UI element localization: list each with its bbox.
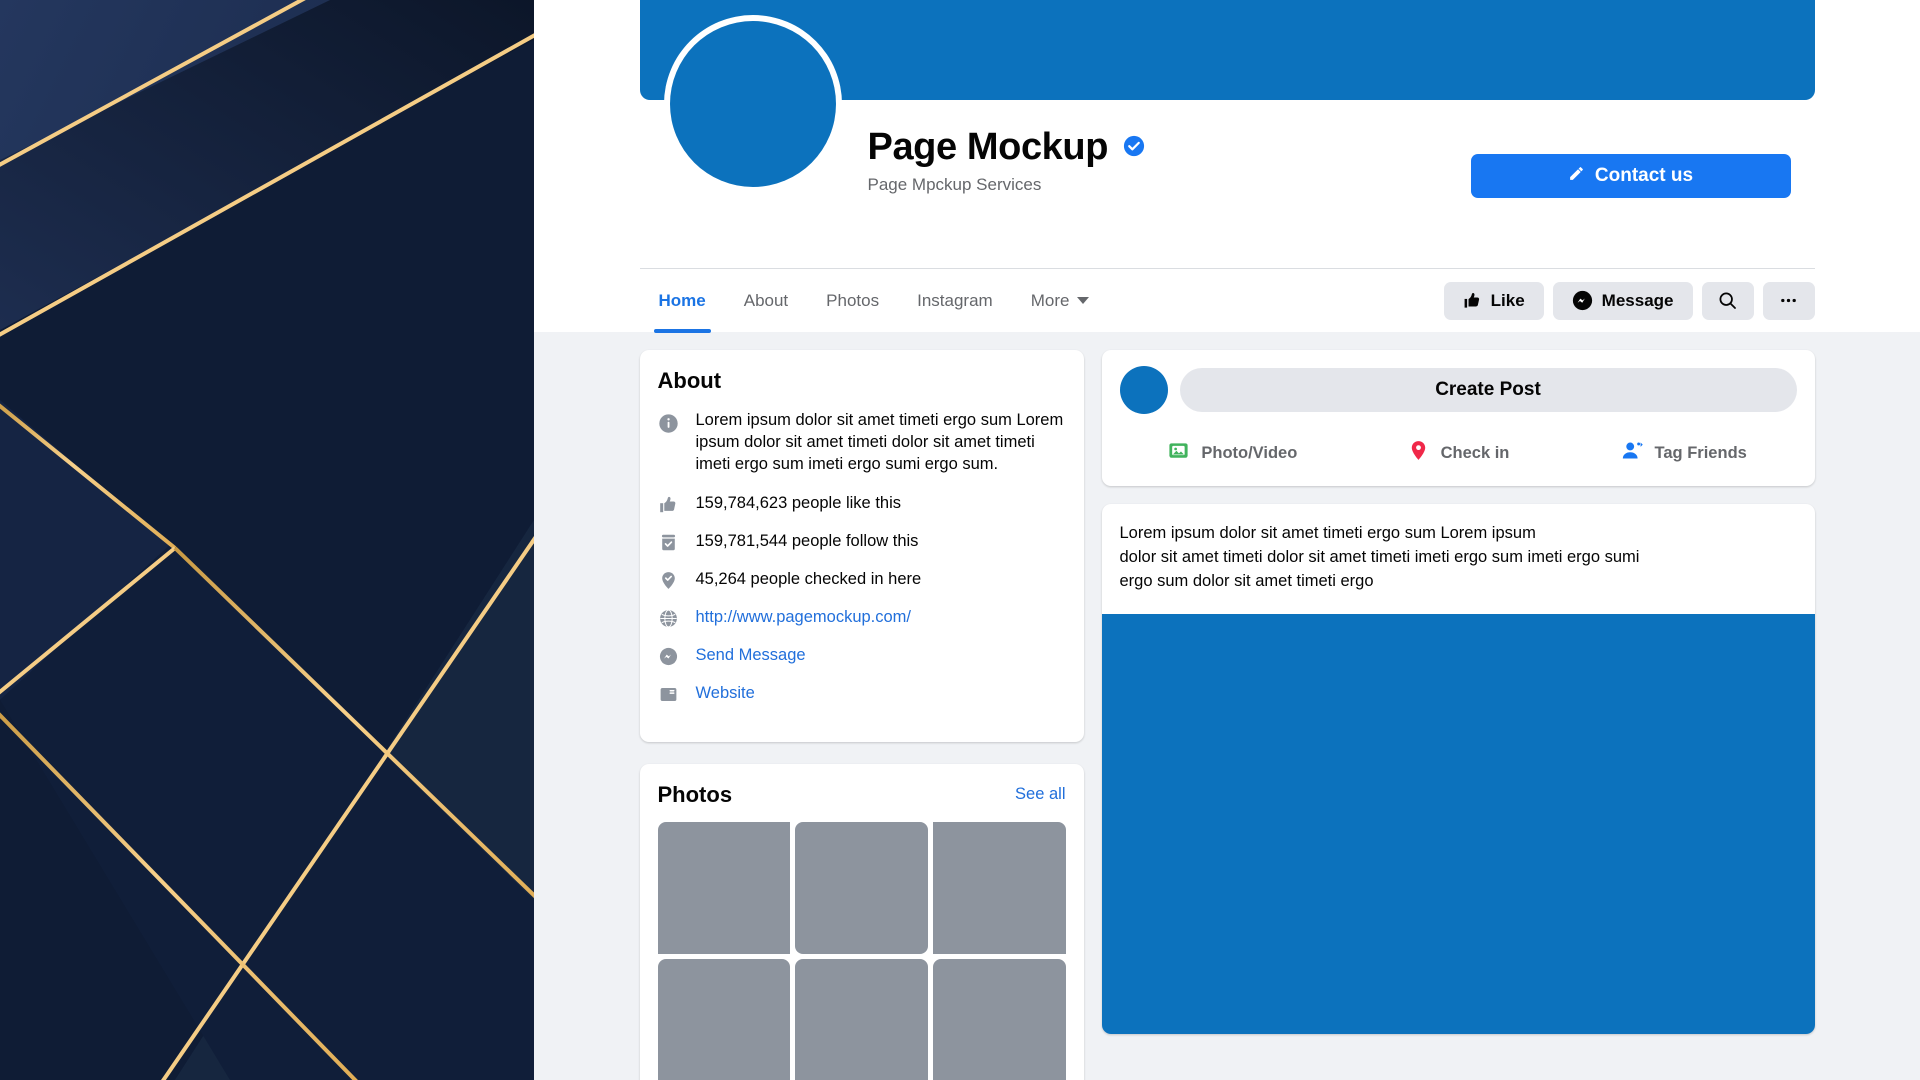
photo-video-icon — [1167, 439, 1190, 467]
location-pin-icon — [1407, 439, 1430, 467]
messenger-icon — [1572, 290, 1593, 311]
thumbs-up-icon — [1463, 291, 1482, 310]
messenger-icon — [658, 646, 680, 668]
composer-top-row: Create Post — [1119, 366, 1797, 414]
contact-us-label: Contact us — [1594, 165, 1694, 186]
ellipsis-icon — [1778, 290, 1799, 311]
page-identity: Page Mockup Page Mpckup Services Contact… — [640, 15, 1815, 268]
tab-photos-label: Photos — [826, 290, 880, 310]
page-subtitle: Page Mpckup Services — [867, 175, 1042, 194]
tab-photos[interactable]: Photos — [807, 269, 898, 333]
search-icon — [1717, 290, 1738, 311]
photo-tile[interactable] — [795, 821, 928, 955]
about-website-row[interactable]: Website — [658, 682, 1066, 706]
photo-tile[interactable] — [932, 821, 1066, 955]
about-send-message-link[interactable]: Send Message — [696, 646, 806, 665]
thumbs-up-icon — [658, 494, 680, 516]
tab-instagram-label: Instagram — [917, 290, 993, 310]
profile-avatar-image — [669, 21, 836, 187]
message-button[interactable]: Message — [1552, 281, 1693, 320]
chevron-down-icon — [1077, 297, 1090, 304]
photos-card-title: Photos — [657, 781, 733, 807]
photos-card: Photos See all — [639, 763, 1084, 1080]
photos-see-all-link[interactable]: See all — [1015, 785, 1065, 804]
left-column: About Lorem ipsum dolor sit amet timeti … — [639, 350, 1084, 1080]
photos-grid-row-2 — [657, 959, 1066, 1080]
page-title: Page Mockup — [867, 126, 1109, 168]
page-actions: Like Message — [1443, 281, 1815, 320]
profile-avatar[interactable] — [663, 15, 842, 193]
page-navbar-shell: Home About Photos Instagram More Like Me… — [534, 268, 1920, 333]
photo-tile[interactable] — [795, 959, 928, 1080]
about-checkins-row: 45,264 people checked in here — [658, 568, 1066, 592]
page-content: About Lorem ipsum dolor sit amet timeti … — [639, 350, 1815, 1080]
photos-card-header: Photos See all — [658, 782, 1066, 808]
facebook-page-column: Page Mockup Page Mpckup Services Contact… — [534, 0, 1920, 1080]
about-card: About Lorem ipsum dolor sit amet timeti … — [639, 350, 1084, 742]
about-follows-text: 159,781,544 people follow this — [695, 531, 919, 550]
about-website-link[interactable]: Website — [696, 684, 755, 703]
about-checkins-text: 45,264 people checked in here — [695, 569, 922, 588]
check-in-button[interactable]: Check in — [1345, 432, 1571, 474]
follow-flag-icon — [658, 532, 680, 554]
right-column: Create Post Photo/Video Check in Tag Fri… — [1101, 350, 1815, 1034]
photo-tile[interactable] — [932, 959, 1066, 1080]
page-navbar: Home About Photos Instagram More Like Me… — [639, 268, 1815, 333]
about-description-row: Lorem ipsum dolor sit amet timeti ergo s… — [658, 410, 1066, 476]
page-tabs: Home About Photos Instagram More — [640, 269, 1109, 333]
post-text: Lorem ipsum dolor sit amet timeti ergo s… — [1119, 524, 1640, 590]
tab-home[interactable]: Home — [640, 269, 725, 333]
create-post-input[interactable]: Create Post — [1179, 368, 1797, 412]
photo-tile[interactable] — [657, 821, 791, 955]
globe-icon — [658, 608, 680, 630]
tab-instagram[interactable]: Instagram — [898, 269, 1012, 333]
photo-tile[interactable] — [657, 959, 791, 1080]
photo-video-button[interactable]: Photo/Video — [1120, 432, 1346, 474]
about-likes-text: 159,784,623 people like this — [695, 493, 902, 512]
browser-window-icon — [658, 684, 680, 706]
post-image[interactable] — [1101, 613, 1815, 1034]
like-button-label: Like — [1490, 290, 1525, 310]
photo-video-label: Photo/Video — [1201, 443, 1298, 462]
composer-action-row: Photo/Video Check in Tag Friends — [1120, 426, 1797, 474]
pencil-icon — [1568, 165, 1585, 188]
about-website-url-row[interactable]: http://www.pagemockup.com/ — [658, 606, 1066, 630]
decorative-background — [0, 0, 534, 1080]
feed-post: Lorem ipsum dolor sit amet timeti ergo s… — [1101, 504, 1815, 1034]
like-button[interactable]: Like — [1443, 281, 1544, 320]
tag-friends-icon — [1621, 439, 1644, 467]
photos-grid-row-1 — [657, 821, 1066, 955]
more-options-button[interactable] — [1762, 281, 1815, 320]
checked-in-pin-icon — [658, 570, 680, 592]
tab-more[interactable]: More — [1012, 269, 1109, 333]
search-button[interactable] — [1701, 281, 1754, 320]
page-title-block: Page Mockup Page Mpckup Services — [868, 126, 1145, 195]
page-header: Page Mockup Page Mpckup Services Contact… — [534, 0, 1920, 268]
info-icon — [658, 412, 680, 434]
backdrop-pattern-icon — [0, 0, 534, 1080]
about-likes-row: 159,784,623 people like this — [658, 492, 1066, 516]
about-card-title: About — [657, 368, 722, 393]
about-description: Lorem ipsum dolor sit amet timeti ergo s… — [695, 411, 1064, 473]
about-website-url[interactable]: http://www.pagemockup.com/ — [696, 608, 912, 627]
about-send-message-row[interactable]: Send Message — [658, 644, 1066, 668]
create-post-composer: Create Post Photo/Video Check in Tag Fri… — [1101, 350, 1815, 486]
tab-more-label: More — [1030, 290, 1070, 310]
tab-about-label: About — [743, 290, 789, 310]
tag-friends-button[interactable]: Tag Friends — [1571, 432, 1797, 474]
about-follows-row: 159,781,544 people follow this — [658, 530, 1066, 554]
composer-avatar[interactable] — [1119, 366, 1168, 414]
check-in-label: Check in — [1440, 443, 1510, 462]
contact-us-button[interactable]: Contact us — [1470, 154, 1791, 198]
verified-badge-icon — [1123, 135, 1145, 157]
message-button-label: Message — [1601, 290, 1674, 310]
tab-home-label: Home — [658, 290, 706, 310]
tag-friends-label: Tag Friends — [1654, 443, 1747, 462]
tab-about[interactable]: About — [725, 269, 807, 333]
